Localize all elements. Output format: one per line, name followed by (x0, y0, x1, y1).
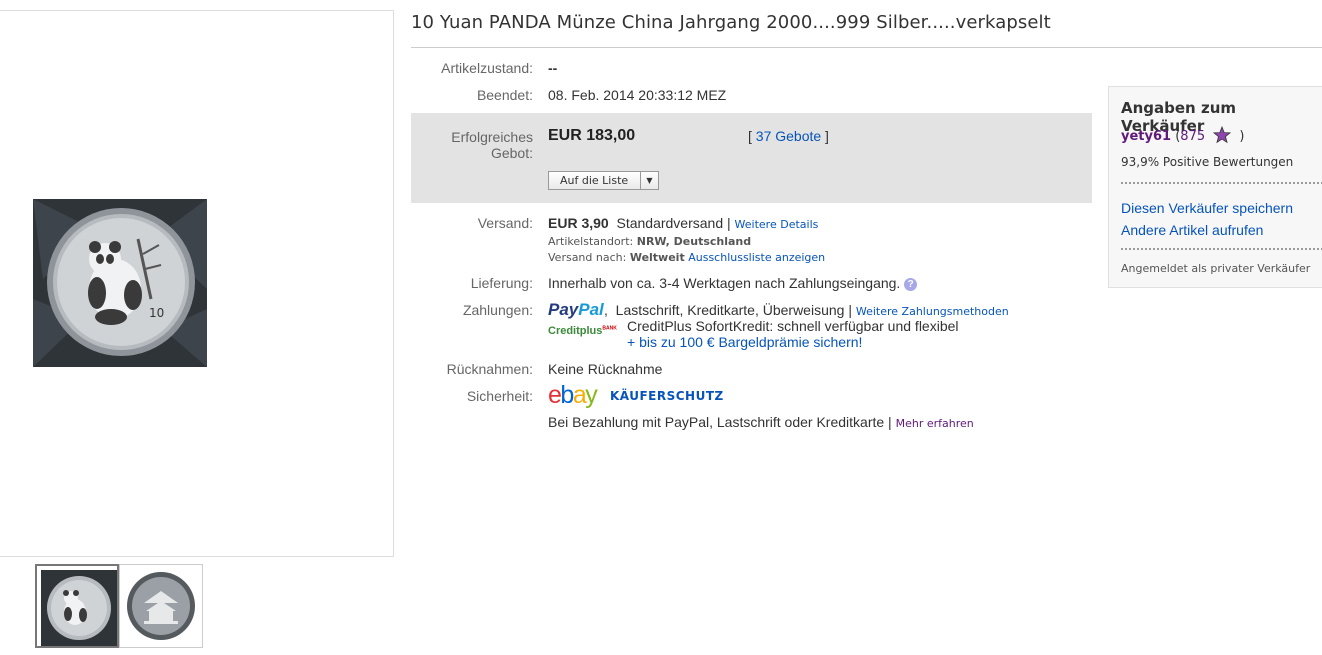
item-title: 10 Yuan PANDA Münze China Jahrgang 2000.… (411, 12, 1051, 33)
title-divider (411, 47, 1322, 48)
shipping-price: EUR 3,90 (548, 215, 609, 231)
location-value: NRW, Deutschland (636, 235, 752, 248)
image-viewer: 10 (0, 10, 394, 557)
location-label: Artikelstandort: (548, 235, 634, 248)
delivery-label: Lieferung: (470, 275, 533, 291)
ship-to-label: Versand nach: (548, 251, 627, 264)
returns-value: Keine Rücknahme (548, 361, 663, 377)
bid-count: [ 37 Gebote ] (748, 128, 829, 144)
bid-history-link[interactable]: 37 Gebote (756, 128, 821, 144)
seller-divider (1121, 248, 1322, 250)
ended-value: 08. Feb. 2014 20:33:12 MEZ (548, 87, 727, 103)
star-icon[interactable] (1213, 125, 1232, 148)
creditplus-link[interactable]: + bis zu 100 € Bargeldprämie sichern! (627, 334, 862, 350)
final-price: EUR 183,00 (548, 127, 636, 144)
paypal-logo: PayPal (548, 300, 604, 319)
svg-text:10: 10 (149, 306, 164, 320)
main-product-image[interactable]: 10 (33, 199, 207, 367)
seller-username-link[interactable]: yety61 (1121, 129, 1171, 144)
payment-methods: Lastschrift, Kreditkarte, Überweisung (615, 302, 845, 318)
seller-divider (1121, 182, 1322, 184)
shipping-details-link[interactable]: Weitere Details (735, 218, 819, 231)
help-icon[interactable]: ? (904, 278, 918, 291)
payment-methods-row: , Lastschrift, Kreditkarte, Überweisung … (604, 302, 1009, 318)
feedback-count-link[interactable]: 875 (1180, 129, 1205, 144)
winning-bid-label: Erfolgreiches Gebot: (451, 129, 533, 161)
returns-label: Rücknahmen: (446, 361, 533, 377)
condition-value: -- (548, 60, 558, 76)
panda-coin-image: 10 (33, 199, 207, 367)
delivery-row: Innerhalb von ca. 3-4 Werktagen nach Zah… (548, 275, 918, 291)
positive-feedback: 93,9% Positive Bewertungen (1121, 155, 1294, 169)
more-payment-methods-link[interactable]: Weitere Zahlungsmethoden (856, 305, 1009, 318)
watch-list-button[interactable]: Auf die Liste ▼ (548, 171, 659, 190)
security-row: Bei Bezahlung mit PayPal, Lastschrift od… (548, 414, 974, 430)
thumbnail-temple-image (124, 569, 198, 643)
delivery-value: Innerhalb von ca. 3-4 Werktagen nach Zah… (548, 275, 901, 291)
shipping-label: Versand: (477, 215, 533, 231)
creditplus-text: CreditPlus SofortKredit: schnell verfügb… (627, 318, 959, 334)
thumbnail-panda-image (41, 570, 117, 646)
shipping-method: Standardversand (616, 215, 724, 231)
ship-to-value: Weltweit (629, 251, 685, 264)
seller-info-panel: Angaben zum Verkäufer yety61 (875 ) 93,9… (1108, 86, 1322, 288)
item-location-row: Artikelstandort: NRW, Deutschland (548, 235, 751, 248)
shipping-row: EUR 3,90 Standardversand | Weitere Detai… (548, 215, 819, 231)
thumbnail-1[interactable] (35, 564, 119, 648)
save-seller-link[interactable]: Diesen Verkäufer speichern (1121, 200, 1293, 216)
seller-username-row: yety61 (875 ) (1121, 125, 1244, 148)
ebay-logo: ebay (548, 381, 598, 409)
security-label: Sicherheit: (466, 388, 533, 404)
buyer-protection-label: KÄUFERSCHUTZ (610, 389, 724, 403)
ship-to-row: Versand nach: Weltweit Ausschlussliste a… (548, 251, 825, 264)
other-items-link[interactable]: Andere Artikel aufrufen (1121, 222, 1263, 238)
dropdown-arrow-icon[interactable]: ▼ (640, 172, 658, 189)
security-text: Bei Bezahlung mit PayPal, Lastschrift od… (548, 414, 885, 430)
payment-label: Zahlungen: (462, 302, 533, 318)
private-seller-note: Angemeldet als privater Verkäufer (1121, 262, 1311, 275)
watch-list-label: Auf die Liste (560, 174, 629, 187)
condition-label: Artikelzustand: (441, 60, 533, 76)
exclusion-list-link[interactable]: Ausschlussliste anzeigen (688, 251, 825, 264)
ended-label: Beendet: (476, 87, 533, 103)
creditplus-logo: CreditplusBANK (548, 325, 617, 337)
thumbnail-2[interactable] (119, 564, 203, 648)
learn-more-link[interactable]: Mehr erfahren (896, 417, 974, 430)
